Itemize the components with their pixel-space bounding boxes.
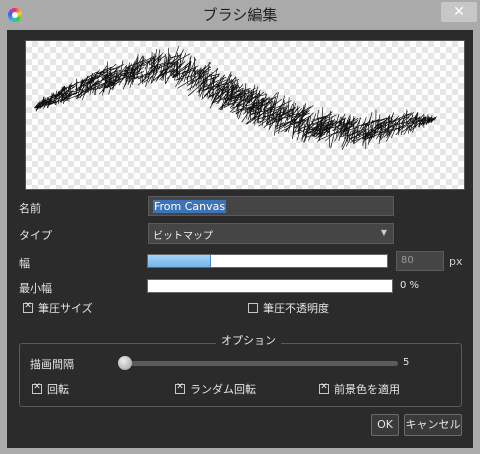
pen-pressure-size-label: 筆圧サイズ xyxy=(38,302,93,315)
name-input-value: From Canvas xyxy=(153,200,227,213)
chevron-down-icon: ▼ xyxy=(380,228,387,237)
brush-edit-dialog: ブラシ編集 ✕ 名前 From Canvas タイプ ビットマップ ▼ 幅 80… xyxy=(0,0,480,454)
close-icon: ✕ xyxy=(453,4,465,20)
width-slider-fill xyxy=(148,255,211,267)
apply-fg-color-label: 前景色を適用 xyxy=(334,383,400,396)
ok-button[interactable]: OK xyxy=(371,414,399,436)
dialog-title: ブラシ編集 xyxy=(202,6,278,24)
random-rotation-checkbox[interactable] xyxy=(175,382,185,394)
name-label: 名前 xyxy=(19,202,41,215)
brush-stroke-preview xyxy=(33,46,437,150)
options-group-title: オプション xyxy=(216,332,281,348)
rotation-label: 回転 xyxy=(47,383,69,396)
type-select[interactable]: ビットマップ ▼ xyxy=(148,223,394,244)
random-rotation-label: ランダム回転 xyxy=(190,383,256,396)
width-value: 80 xyxy=(401,255,414,266)
apply-fg-color-checkbox[interactable] xyxy=(319,382,329,394)
type-label: タイプ xyxy=(19,229,52,242)
width-label: 幅 xyxy=(19,257,30,270)
cancel-button[interactable]: キャンセル xyxy=(404,414,462,436)
interval-slider-knob[interactable] xyxy=(118,356,132,370)
min-width-label: 最小幅 xyxy=(19,282,52,295)
width-value-input[interactable]: 80 xyxy=(396,251,444,271)
pen-pressure-opacity-checkbox[interactable] xyxy=(248,303,258,313)
name-input[interactable]: From Canvas xyxy=(148,196,394,216)
title-bar[interactable]: ブラシ編集 ✕ xyxy=(0,0,480,30)
width-slider[interactable] xyxy=(147,254,388,268)
min-width-value: 0 % xyxy=(400,280,420,291)
close-button[interactable]: ✕ xyxy=(441,2,477,22)
type-select-value: ビットマップ xyxy=(153,231,213,242)
interval-label: 描画間隔 xyxy=(30,358,74,371)
interval-slider[interactable] xyxy=(122,361,398,366)
min-width-slider[interactable] xyxy=(147,279,393,293)
pen-pressure-opacity-label: 筆圧不透明度 xyxy=(263,302,329,315)
interval-value: 5 xyxy=(403,357,410,368)
width-unit: px xyxy=(449,255,463,268)
brush-preview xyxy=(25,40,465,190)
pen-pressure-size-checkbox[interactable] xyxy=(23,301,33,313)
rotation-checkbox[interactable] xyxy=(32,382,42,394)
options-group xyxy=(19,343,462,407)
